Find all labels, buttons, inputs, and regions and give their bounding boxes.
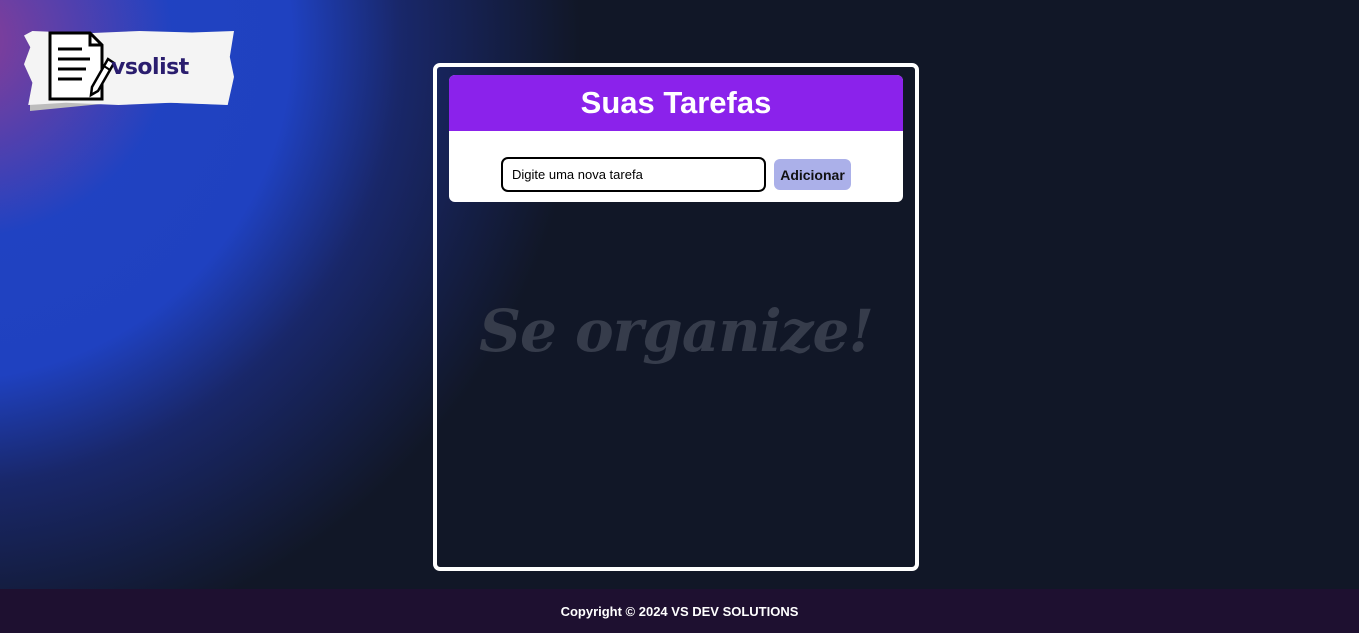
document-pencil-icon	[48, 31, 116, 101]
logo-brand-text: vsolist	[111, 55, 189, 80]
footer-copyright: Copyright © 2024 VS DEV SOLUTIONS	[560, 603, 799, 619]
todo-card: Suas Tarefas Adicionar	[449, 75, 903, 202]
add-task-form: Adicionar	[501, 157, 851, 192]
empty-state-message: Se organize!	[479, 297, 874, 365]
new-task-input[interactable]	[501, 157, 766, 192]
todo-panel: Suas Tarefas Adicionar Se organize!	[433, 63, 919, 571]
card-header: Suas Tarefas	[449, 75, 903, 131]
add-task-button[interactable]: Adicionar	[774, 159, 851, 190]
app-logo[interactable]: vsolist	[22, 29, 236, 113]
footer: Copyright © 2024 VS DEV SOLUTIONS	[0, 589, 1359, 633]
page-title: Suas Tarefas	[580, 85, 772, 120]
